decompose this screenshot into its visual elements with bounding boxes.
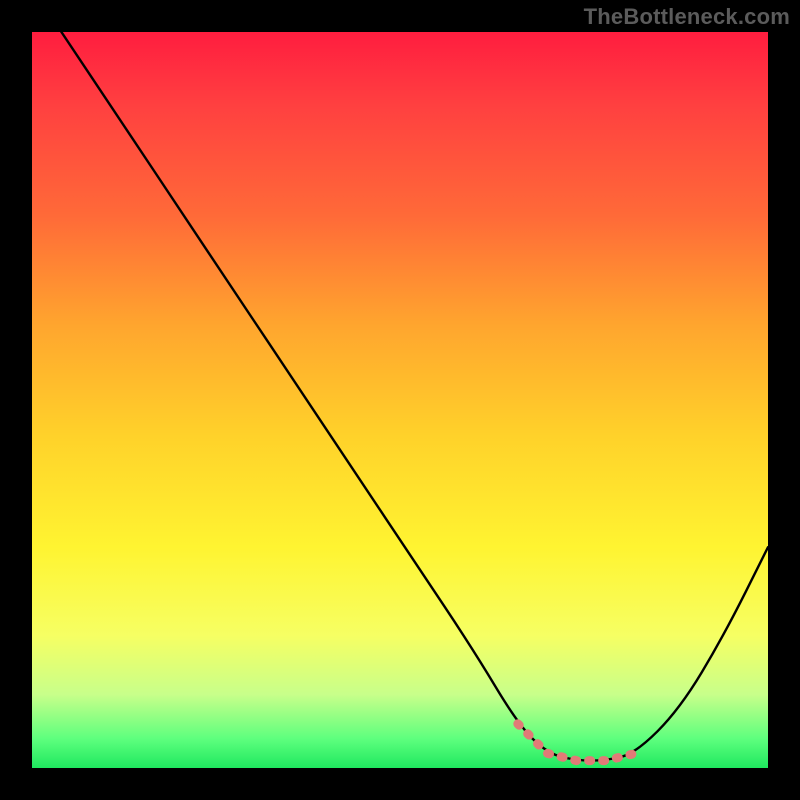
chart-frame: TheBottleneck.com	[0, 0, 800, 800]
bottleneck-curve-line	[61, 32, 768, 761]
marker-dotted-region	[518, 724, 636, 761]
chart-svg	[32, 32, 768, 768]
chart-plot-area	[32, 32, 768, 768]
watermark-text: TheBottleneck.com	[584, 4, 790, 30]
